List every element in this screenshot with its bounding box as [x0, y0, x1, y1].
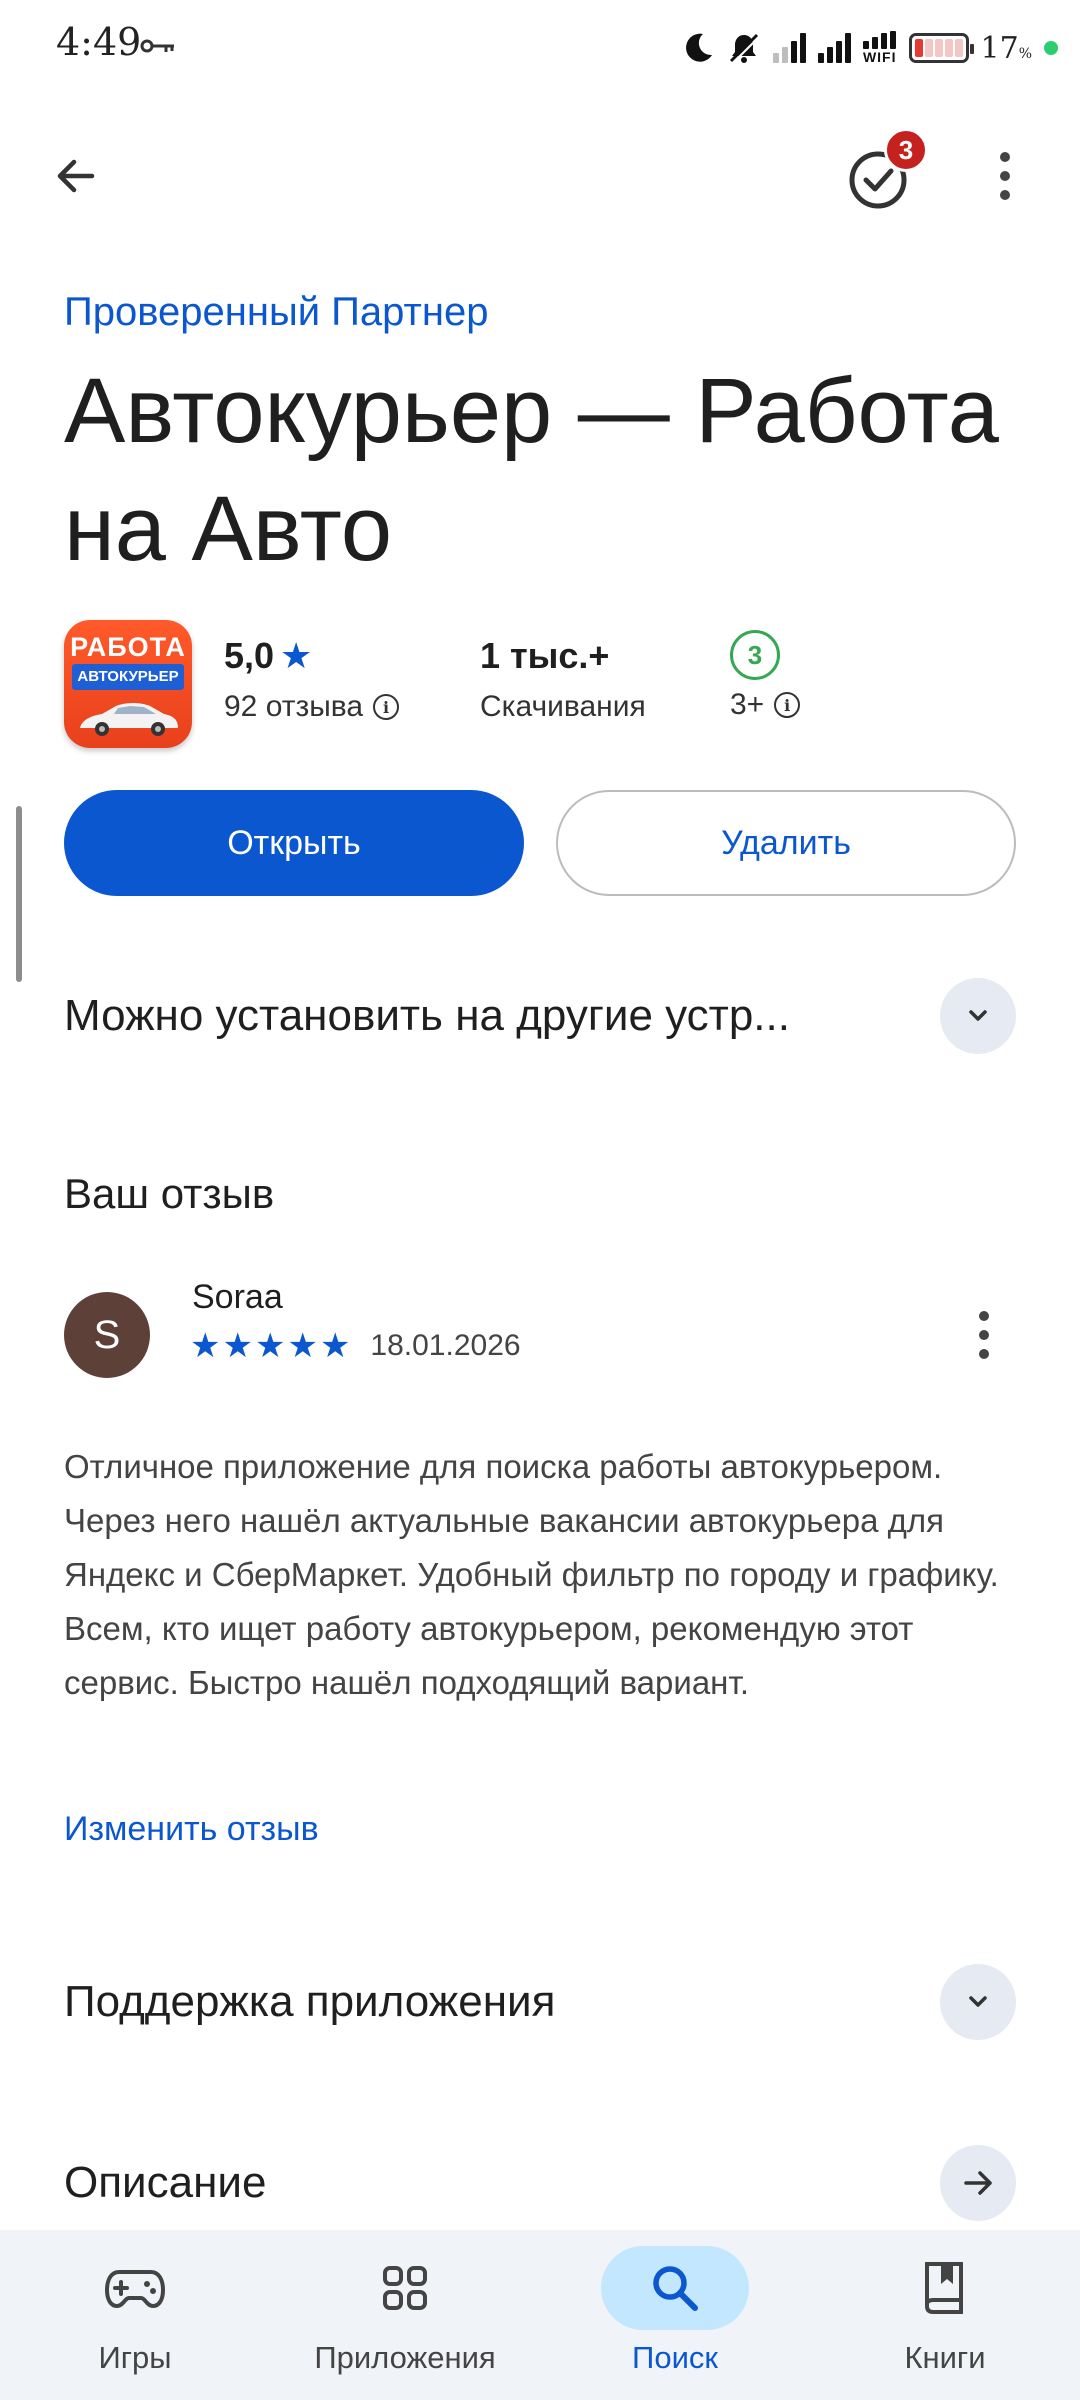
- review-text: Отличное приложение для поиска работы ав…: [64, 1448, 999, 1701]
- status-time: 4:49: [56, 20, 142, 64]
- description-section[interactable]: Описание: [64, 2140, 1016, 2226]
- status-icons: WIFI 17%: [681, 26, 1058, 70]
- star-icon: ★: [254, 1327, 286, 1365]
- app-support-section[interactable]: Поддержка приложения: [64, 1959, 1016, 2045]
- nav-games-label: Игры: [98, 2340, 172, 2375]
- book-icon: [925, 2262, 963, 2314]
- app-support-title: Поддержка приложения: [64, 1977, 556, 2026]
- downloads-value: 1 тыс.+: [480, 635, 610, 676]
- privacy-dot: [1044, 41, 1058, 55]
- nav-search-label: Поиск: [632, 2340, 718, 2375]
- review-date: 18.01.2026: [370, 1329, 521, 1362]
- battery-percent: 17%: [980, 30, 1033, 66]
- status-bar: 4:49 WIFI 17%: [0, 0, 1080, 96]
- chevron-down-icon: [969, 1010, 987, 1021]
- star-icon: ★: [190, 1327, 221, 1365]
- more-options-button[interactable]: [980, 140, 1030, 212]
- nav-books[interactable]: Книги: [810, 2230, 1080, 2400]
- more-vert-icon: [1000, 152, 1010, 162]
- nav-apps-label: Приложения: [314, 2340, 496, 2375]
- signal-1-icon: [772, 33, 806, 63]
- nav-apps[interactable]: Приложения: [270, 2230, 540, 2400]
- reviewer-name: Soraa: [192, 1278, 283, 1316]
- age-rating-stat[interactable]: 3 3+ i: [730, 630, 801, 722]
- review-more-button[interactable]: [962, 1300, 1006, 1370]
- car-icon: [80, 703, 178, 736]
- more-vert-icon: [979, 1311, 989, 1321]
- age-rating-label: 3+: [730, 688, 765, 721]
- age-rating-icon: 3: [730, 630, 780, 680]
- avatar: S: [64, 1292, 150, 1378]
- nav-games[interactable]: Игры: [0, 2230, 270, 2400]
- partner-label[interactable]: Проверенный Партнер: [64, 290, 488, 335]
- rating-value: 5,0: [224, 635, 275, 676]
- app-icon-banner: АВТОКУРЬЕР: [72, 664, 184, 690]
- info-icon: i: [373, 694, 400, 720]
- edit-review-link[interactable]: Изменить отзыв: [64, 1810, 319, 1849]
- expand-devices-button[interactable]: [940, 978, 1016, 1054]
- other-devices-section[interactable]: Можно установить на другие устр...: [64, 973, 1016, 1059]
- bell-off-icon: [729, 33, 760, 64]
- gamepad-icon: [105, 2270, 165, 2309]
- app-icon: РАБОТА АВТОКУРЬЕР: [64, 620, 192, 748]
- arrow-back-icon: [57, 159, 95, 193]
- downloads-label: Скачивания: [480, 690, 646, 723]
- open-description-button[interactable]: [940, 2145, 1016, 2221]
- signal-2-icon: [817, 33, 851, 63]
- search-icon: [653, 2266, 698, 2311]
- star-icon: ★: [319, 1327, 351, 1365]
- wifi-icon: WIFI: [863, 31, 897, 65]
- downloads-stat: 1 тыс.+ Скачивания: [480, 632, 646, 724]
- other-devices-title: Можно установить на другие устр...: [64, 991, 790, 1040]
- battery-icon: [908, 33, 974, 63]
- bottom-navigation: Игры Приложения Поиск Книги: [0, 2230, 1080, 2400]
- top-app-bar: 3: [0, 120, 1080, 220]
- back-button[interactable]: [40, 140, 112, 212]
- nav-books-label: Книги: [904, 2340, 986, 2375]
- updates-button[interactable]: 3: [836, 128, 928, 218]
- nav-search[interactable]: Поиск: [540, 2230, 810, 2400]
- key-icon: [140, 39, 174, 53]
- updates-badge: 3: [884, 128, 928, 172]
- rating-stat[interactable]: 5,0 ★ 92 отзыва i: [224, 632, 400, 724]
- uninstall-button[interactable]: Удалить: [556, 790, 1016, 896]
- star-icon: ★: [287, 1327, 318, 1365]
- scroll-indicator: [16, 806, 22, 982]
- reviews-count: 92 отзыва: [224, 690, 364, 723]
- star-icon: ★: [222, 1327, 253, 1365]
- description-title: Описание: [64, 2158, 267, 2207]
- expand-support-button[interactable]: [940, 1964, 1016, 2040]
- open-button[interactable]: Открыть: [64, 790, 524, 896]
- apps-grid-icon: [383, 2266, 427, 2310]
- info-icon: i: [774, 692, 801, 718]
- your-review-heading: Ваш отзыв: [64, 1170, 275, 1217]
- app-title: Автокурьер — Работа на Авто: [64, 360, 999, 580]
- app-icon-text: РАБОТА: [70, 632, 186, 662]
- arrow-forward-icon: [964, 2171, 992, 2195]
- chevron-down-icon: [969, 1996, 987, 2007]
- star-icon: ★: [280, 635, 313, 676]
- moon-icon: [686, 33, 712, 62]
- review-rating: ★ ★ ★ ★ ★ 18.01.2026: [190, 1326, 521, 1366]
